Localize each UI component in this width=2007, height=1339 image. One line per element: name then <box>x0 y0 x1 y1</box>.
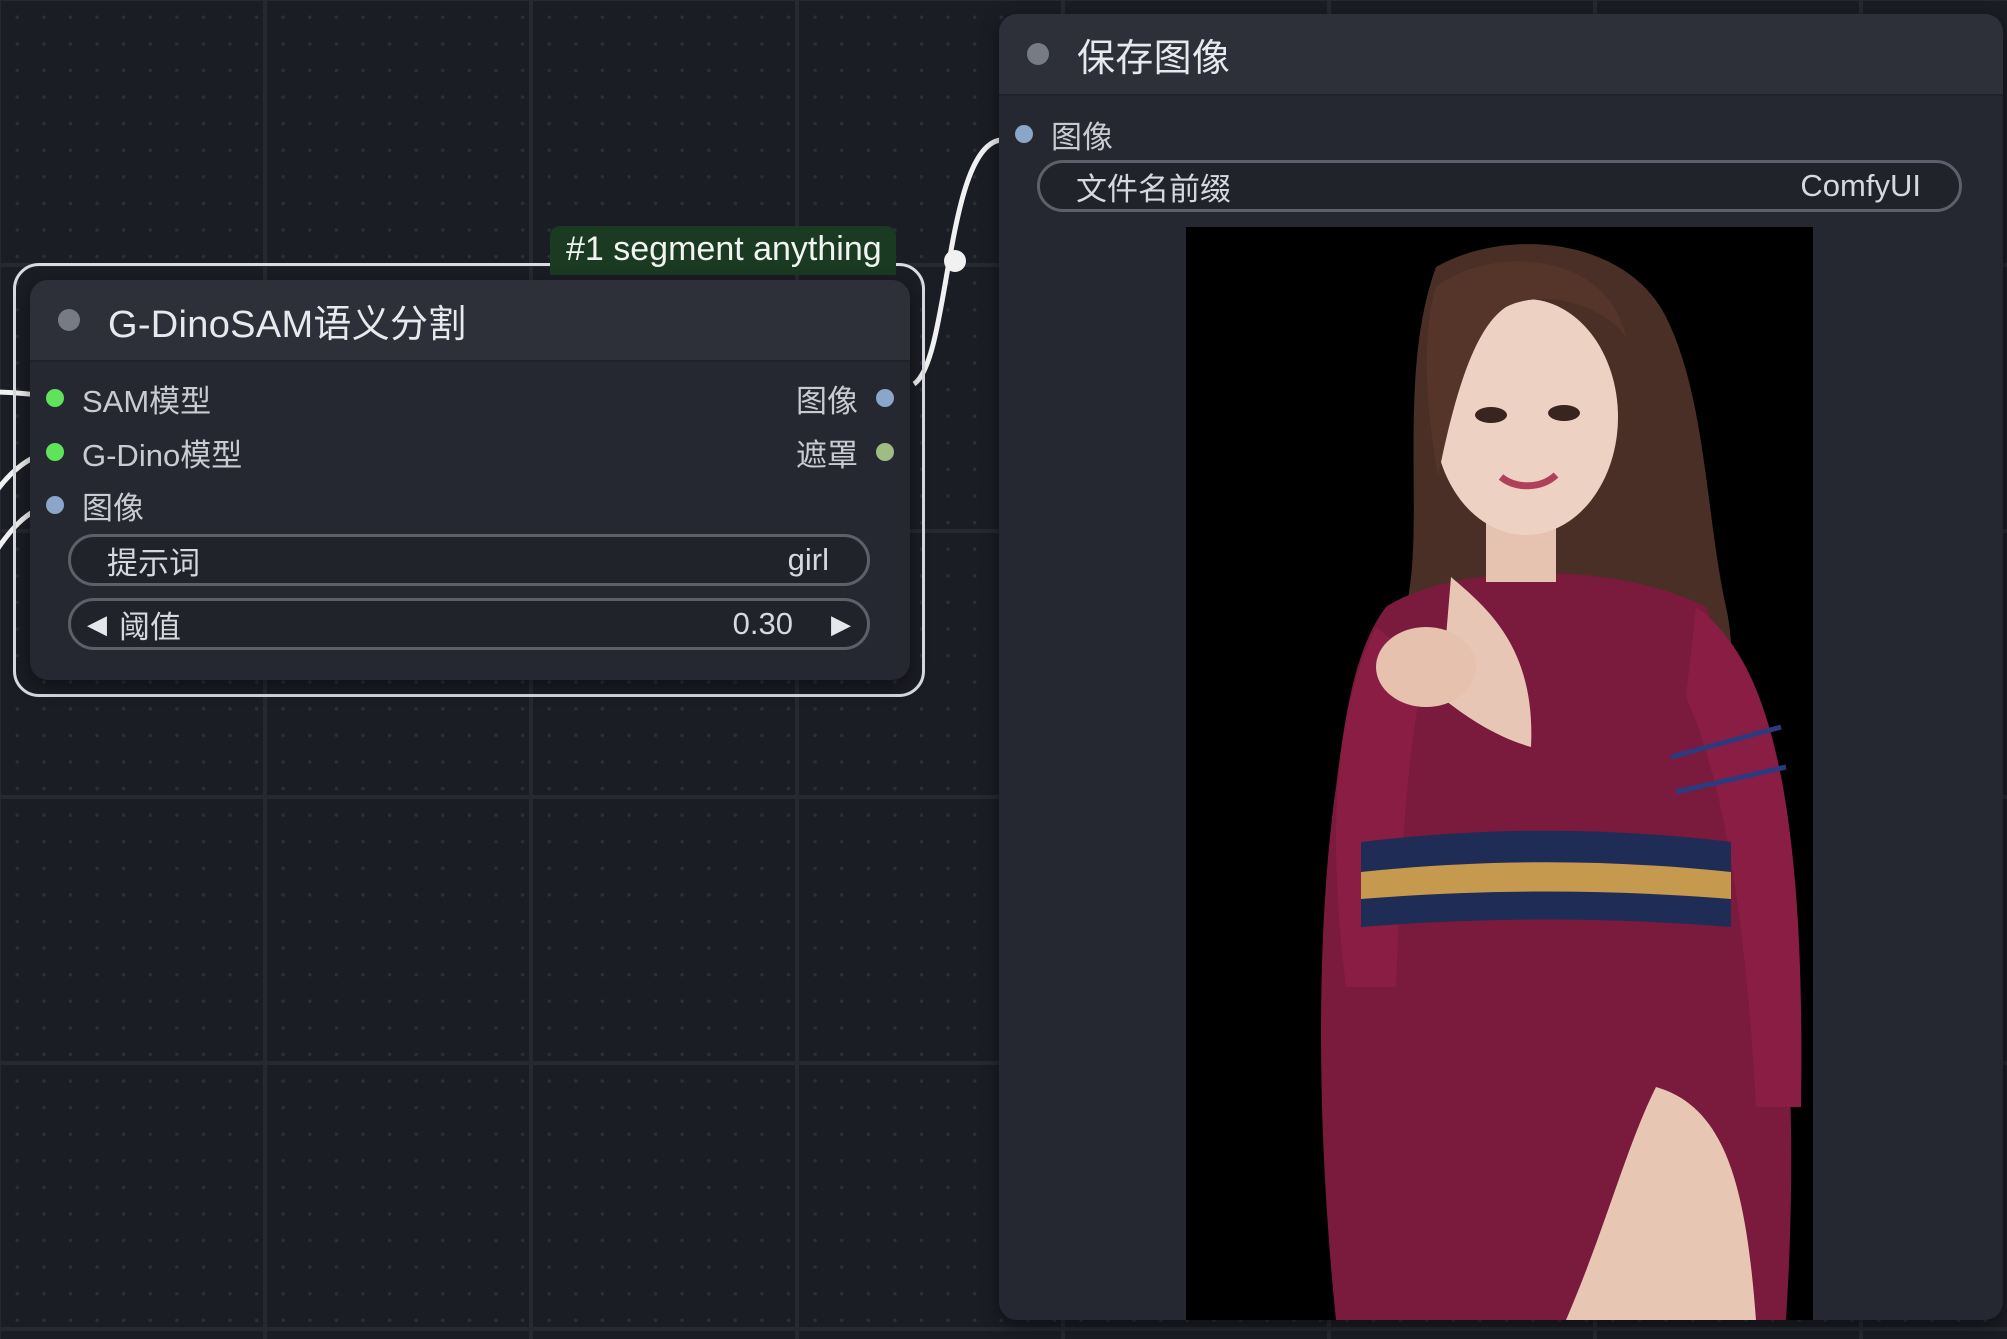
input-slot-image[interactable]: 图像 <box>46 483 144 527</box>
slot-connector-icon[interactable] <box>46 389 64 407</box>
slot-label: G-Dino模型 <box>82 437 243 473</box>
node-title: G-DinoSAM语义分割 <box>108 303 467 346</box>
triangle-right-icon[interactable]: ▶ <box>831 609 851 640</box>
node-group-badge: #1 segment anything <box>550 226 896 275</box>
slot-connector-icon[interactable] <box>876 443 894 461</box>
slot-connector-icon[interactable] <box>46 496 64 514</box>
segmented-person-image <box>1321 244 1802 1320</box>
input-slot-sam-model[interactable]: SAM模型 <box>46 376 211 420</box>
slot-connector-icon[interactable] <box>1015 125 1033 143</box>
widget-value: girl <box>787 542 829 577</box>
node-header[interactable]: 保存图像 <box>999 14 2003 96</box>
prompt-text-widget[interactable]: 提示词 girl <box>68 534 870 586</box>
slot-label: SAM模型 <box>82 383 212 419</box>
input-slot-image[interactable]: 图像 <box>1015 112 1113 156</box>
slot-label: 遮罩 <box>796 437 858 473</box>
filename-prefix-widget[interactable]: 文件名前缀 ComfyUI <box>1037 160 1962 212</box>
collapse-toggle-icon[interactable] <box>58 309 80 331</box>
slot-connector-icon[interactable] <box>876 389 894 407</box>
image-preview[interactable] <box>1186 227 1813 1320</box>
widget-label: 文件名前缀 <box>1076 171 1231 207</box>
slot-label: 图像 <box>82 490 144 526</box>
threshold-number-widget[interactable]: ◀ 阈值 0.30 ▶ <box>68 598 870 650</box>
slot-connector-icon[interactable] <box>46 443 64 461</box>
output-slot-image[interactable]: 图像 <box>796 376 894 420</box>
save-image-node[interactable]: 保存图像 图像 文件名前缀 ComfyUI <box>999 14 2003 1320</box>
output-slot-mask[interactable]: 遮罩 <box>796 430 894 474</box>
input-slot-gdino-model[interactable]: G-Dino模型 <box>46 430 242 474</box>
widget-label: 阈值 <box>119 609 181 645</box>
collapse-toggle-icon[interactable] <box>1027 43 1049 65</box>
gdinosam-node[interactable]: G-DinoSAM语义分割 SAM模型 G-Dino模型 图像 图像 遮罩 提示… <box>30 280 910 680</box>
node-title: 保存图像 <box>1077 37 1231 80</box>
widget-value: ComfyUI <box>1800 168 1921 203</box>
node-header[interactable]: G-DinoSAM语义分割 <box>30 280 910 362</box>
triangle-left-icon[interactable]: ◀ <box>87 609 107 640</box>
wire-reroute-point <box>944 250 966 272</box>
widget-label: 提示词 <box>107 545 200 581</box>
slot-label: 图像 <box>1051 119 1113 155</box>
widget-value: 0.30 <box>732 606 793 641</box>
slot-label: 图像 <box>796 383 858 419</box>
